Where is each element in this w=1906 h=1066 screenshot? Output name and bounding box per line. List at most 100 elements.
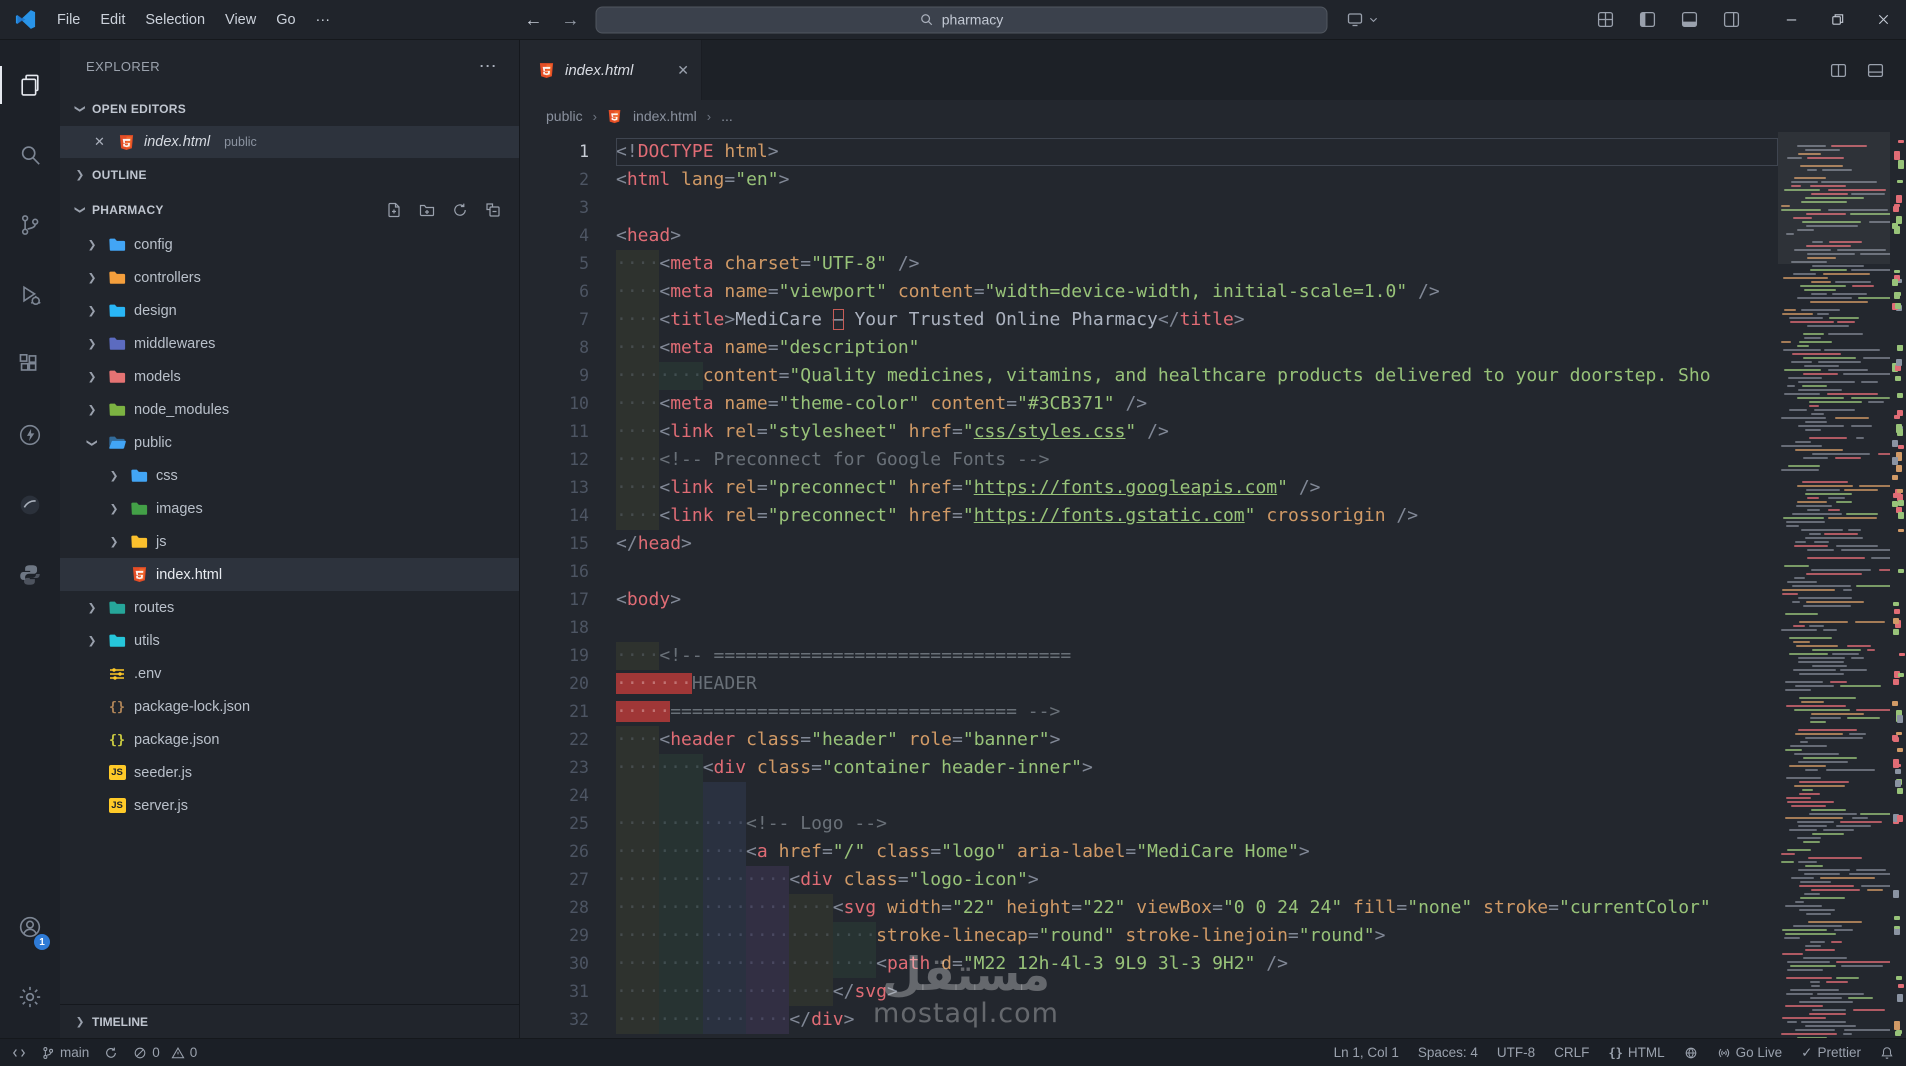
eol-sequence[interactable]: CRLF xyxy=(1554,1045,1589,1060)
menu-go[interactable]: Go xyxy=(266,8,305,32)
toggle-secondary-sidebar-icon[interactable] xyxy=(1723,11,1740,28)
restore-button[interactable] xyxy=(1814,0,1860,39)
code-line-32[interactable]: 32 ················</div> xyxy=(520,1006,1778,1034)
code-line-5[interactable]: 5 ····<meta charset="UTF-8" /> xyxy=(520,250,1778,278)
menu-more[interactable]: ··· xyxy=(306,8,341,32)
explorer-activity-icon[interactable] xyxy=(0,50,60,120)
chevron-down-icon[interactable]: ❯ xyxy=(86,435,98,451)
tree-item-utils[interactable]: ❯ utils xyxy=(60,624,519,657)
accounts-icon[interactable]: 1 xyxy=(0,892,60,962)
tree-item-controllers[interactable]: ❯ controllers xyxy=(60,261,519,294)
forward-button[interactable]: → xyxy=(559,9,583,30)
code-line-23[interactable]: 23 ········<div class="container header-i… xyxy=(520,754,1778,782)
code-line-3[interactable]: 3 xyxy=(520,194,1778,222)
code-line-11[interactable]: 11 ····<link rel="stylesheet" href="css/s… xyxy=(520,418,1778,446)
refresh-icon[interactable] xyxy=(452,202,468,218)
chevron-right-icon[interactable]: ❯ xyxy=(84,371,100,383)
outline-header[interactable]: ❯ OUTLINE xyxy=(60,158,519,192)
breadcrumb-folder[interactable]: public xyxy=(546,108,583,124)
timeline-header[interactable]: ❯ TIMELINE xyxy=(60,1004,519,1038)
encoding[interactable]: UTF-8 xyxy=(1497,1045,1535,1060)
menu-selection[interactable]: Selection xyxy=(135,8,215,32)
extension-circle-activity-icon[interactable] xyxy=(0,470,60,540)
code-line-18[interactable]: 18 xyxy=(520,614,1778,642)
back-button[interactable]: ← xyxy=(522,9,546,30)
code-line-24[interactable]: 24············ xyxy=(520,782,1778,810)
code-line-9[interactable]: 9 ········content="Quality medicines, vit… xyxy=(520,362,1778,390)
tree-item-design[interactable]: ❯ design xyxy=(60,294,519,327)
tree-item-server.js[interactable]: ❯JSserver.js xyxy=(60,789,519,822)
breadcrumb-file[interactable]: index.html xyxy=(633,108,697,124)
menu-edit[interactable]: Edit xyxy=(90,8,135,32)
code-line-4[interactable]: 4 <head> xyxy=(520,222,1778,250)
tree-item-node-modules[interactable]: ❯ node_modules xyxy=(60,393,519,426)
breadcrumb-more[interactable]: ... xyxy=(721,108,733,124)
settings-gear-icon[interactable] xyxy=(0,962,60,1032)
code-line-29[interactable]: 29 ························stroke-linecap… xyxy=(520,922,1778,950)
problems-indicator[interactable]: 0 0 xyxy=(133,1045,197,1060)
new-file-icon[interactable] xyxy=(386,202,402,218)
tree-item-models[interactable]: ❯ models xyxy=(60,360,519,393)
python-activity-icon[interactable] xyxy=(0,540,60,610)
chevron-right-icon[interactable]: ❯ xyxy=(84,635,100,647)
chevron-right-icon[interactable]: ❯ xyxy=(106,536,122,548)
tree-item-images[interactable]: ❯ images xyxy=(60,492,519,525)
chevron-right-icon[interactable]: ❯ xyxy=(84,404,100,416)
code-line-31[interactable]: 31 ····················</svg> xyxy=(520,978,1778,1006)
breadcrumb[interactable]: public › index.html › ... xyxy=(520,100,1906,132)
chevron-right-icon[interactable]: ❯ xyxy=(84,602,100,614)
toggle-sidebar-icon[interactable] xyxy=(1639,11,1656,28)
cursor-position[interactable]: Ln 1, Col 1 xyxy=(1334,1045,1399,1060)
toggle-panel-icon[interactable] xyxy=(1681,11,1698,28)
code-line-14[interactable]: 14 ····<link rel="preconnect" href="https… xyxy=(520,502,1778,530)
screencast-dropdown[interactable] xyxy=(1341,8,1385,32)
tree-item-routes[interactable]: ❯ routes xyxy=(60,591,519,624)
prettier-button[interactable]: ✓ Prettier xyxy=(1801,1045,1861,1061)
code-line-15[interactable]: 15 </head> xyxy=(520,530,1778,558)
indentation[interactable]: Spaces: 4 xyxy=(1418,1045,1478,1060)
code-line-6[interactable]: 6 ····<meta name="viewport" content="widt… xyxy=(520,278,1778,306)
chevron-right-icon[interactable]: ❯ xyxy=(84,305,100,317)
toggle-panel-layout-icon[interactable] xyxy=(1867,62,1884,79)
language-mode[interactable]: {} HTML xyxy=(1608,1045,1664,1060)
code-line-26[interactable]: 26 ············<a href="/" class="logo" a… xyxy=(520,838,1778,866)
open-editor-item[interactable]: ✕ index.html public xyxy=(60,126,519,158)
tree-item-index.html[interactable]: ❯index.html xyxy=(60,558,519,591)
code-line-19[interactable]: 19 ····<!-- =============================… xyxy=(520,642,1778,670)
run-debug-activity-icon[interactable] xyxy=(0,260,60,330)
chevron-right-icon[interactable]: ❯ xyxy=(84,272,100,284)
explorer-more-actions-icon[interactable]: ⋯ xyxy=(479,56,497,77)
project-header[interactable]: ❯ PHARMACY xyxy=(60,192,519,228)
code-line-27[interactable]: 27 ················<div class="logo-icon"… xyxy=(520,866,1778,894)
split-editor-icon[interactable] xyxy=(1830,62,1847,79)
code-line-21[interactable]: 21 ·····================================ … xyxy=(520,698,1778,726)
extensions-activity-icon[interactable] xyxy=(0,330,60,400)
chevron-right-icon[interactable]: ❯ xyxy=(106,503,122,515)
tab-index-html[interactable]: index.html ✕ xyxy=(520,40,702,100)
minimize-button[interactable] xyxy=(1768,0,1814,39)
search-activity-icon[interactable] xyxy=(0,120,60,190)
go-live-button[interactable]: Go Live xyxy=(1717,1045,1782,1060)
tree-item-package-lock.json[interactable]: ❯{}package-lock.json xyxy=(60,690,519,723)
minimap-slider[interactable] xyxy=(1778,132,1890,264)
remote-window-icon[interactable] xyxy=(12,1046,26,1060)
tree-item-seeder.js[interactable]: ❯JSseeder.js xyxy=(60,756,519,789)
source-control-activity-icon[interactable] xyxy=(0,190,60,260)
branch-indicator[interactable]: main xyxy=(41,1045,89,1060)
code-line-2[interactable]: 2 <html lang="en"> xyxy=(520,166,1778,194)
code-line-10[interactable]: 10 ····<meta name="theme-color" content="… xyxy=(520,390,1778,418)
tree-item-public[interactable]: ❯ public xyxy=(60,426,519,459)
sync-icon[interactable] xyxy=(104,1046,118,1060)
code-line-12[interactable]: 12 ····<!-- Preconnect for Google Fonts -… xyxy=(520,446,1778,474)
code-line-13[interactable]: 13 ····<link rel="preconnect" href="https… xyxy=(520,474,1778,502)
minimap[interactable] xyxy=(1778,132,1890,1038)
code-line-7[interactable]: 7 ····<title>MediCare – Your Trusted Onli… xyxy=(520,306,1778,334)
thunder-client-activity-icon[interactable] xyxy=(0,400,60,470)
tree-item-middlewares[interactable]: ❯ middlewares xyxy=(60,327,519,360)
open-editors-header[interactable]: ❯ OPEN EDITORS xyxy=(60,92,519,126)
code-line-22[interactable]: 22 ····<header class="header" role="banne… xyxy=(520,726,1778,754)
chevron-right-icon[interactable]: ❯ xyxy=(84,239,100,251)
notifications-bell-icon[interactable] xyxy=(1880,1046,1894,1060)
code-line-8[interactable]: 8 ····<meta name="description" xyxy=(520,334,1778,362)
code-line-20[interactable]: 20 ·······HEADER xyxy=(520,670,1778,698)
